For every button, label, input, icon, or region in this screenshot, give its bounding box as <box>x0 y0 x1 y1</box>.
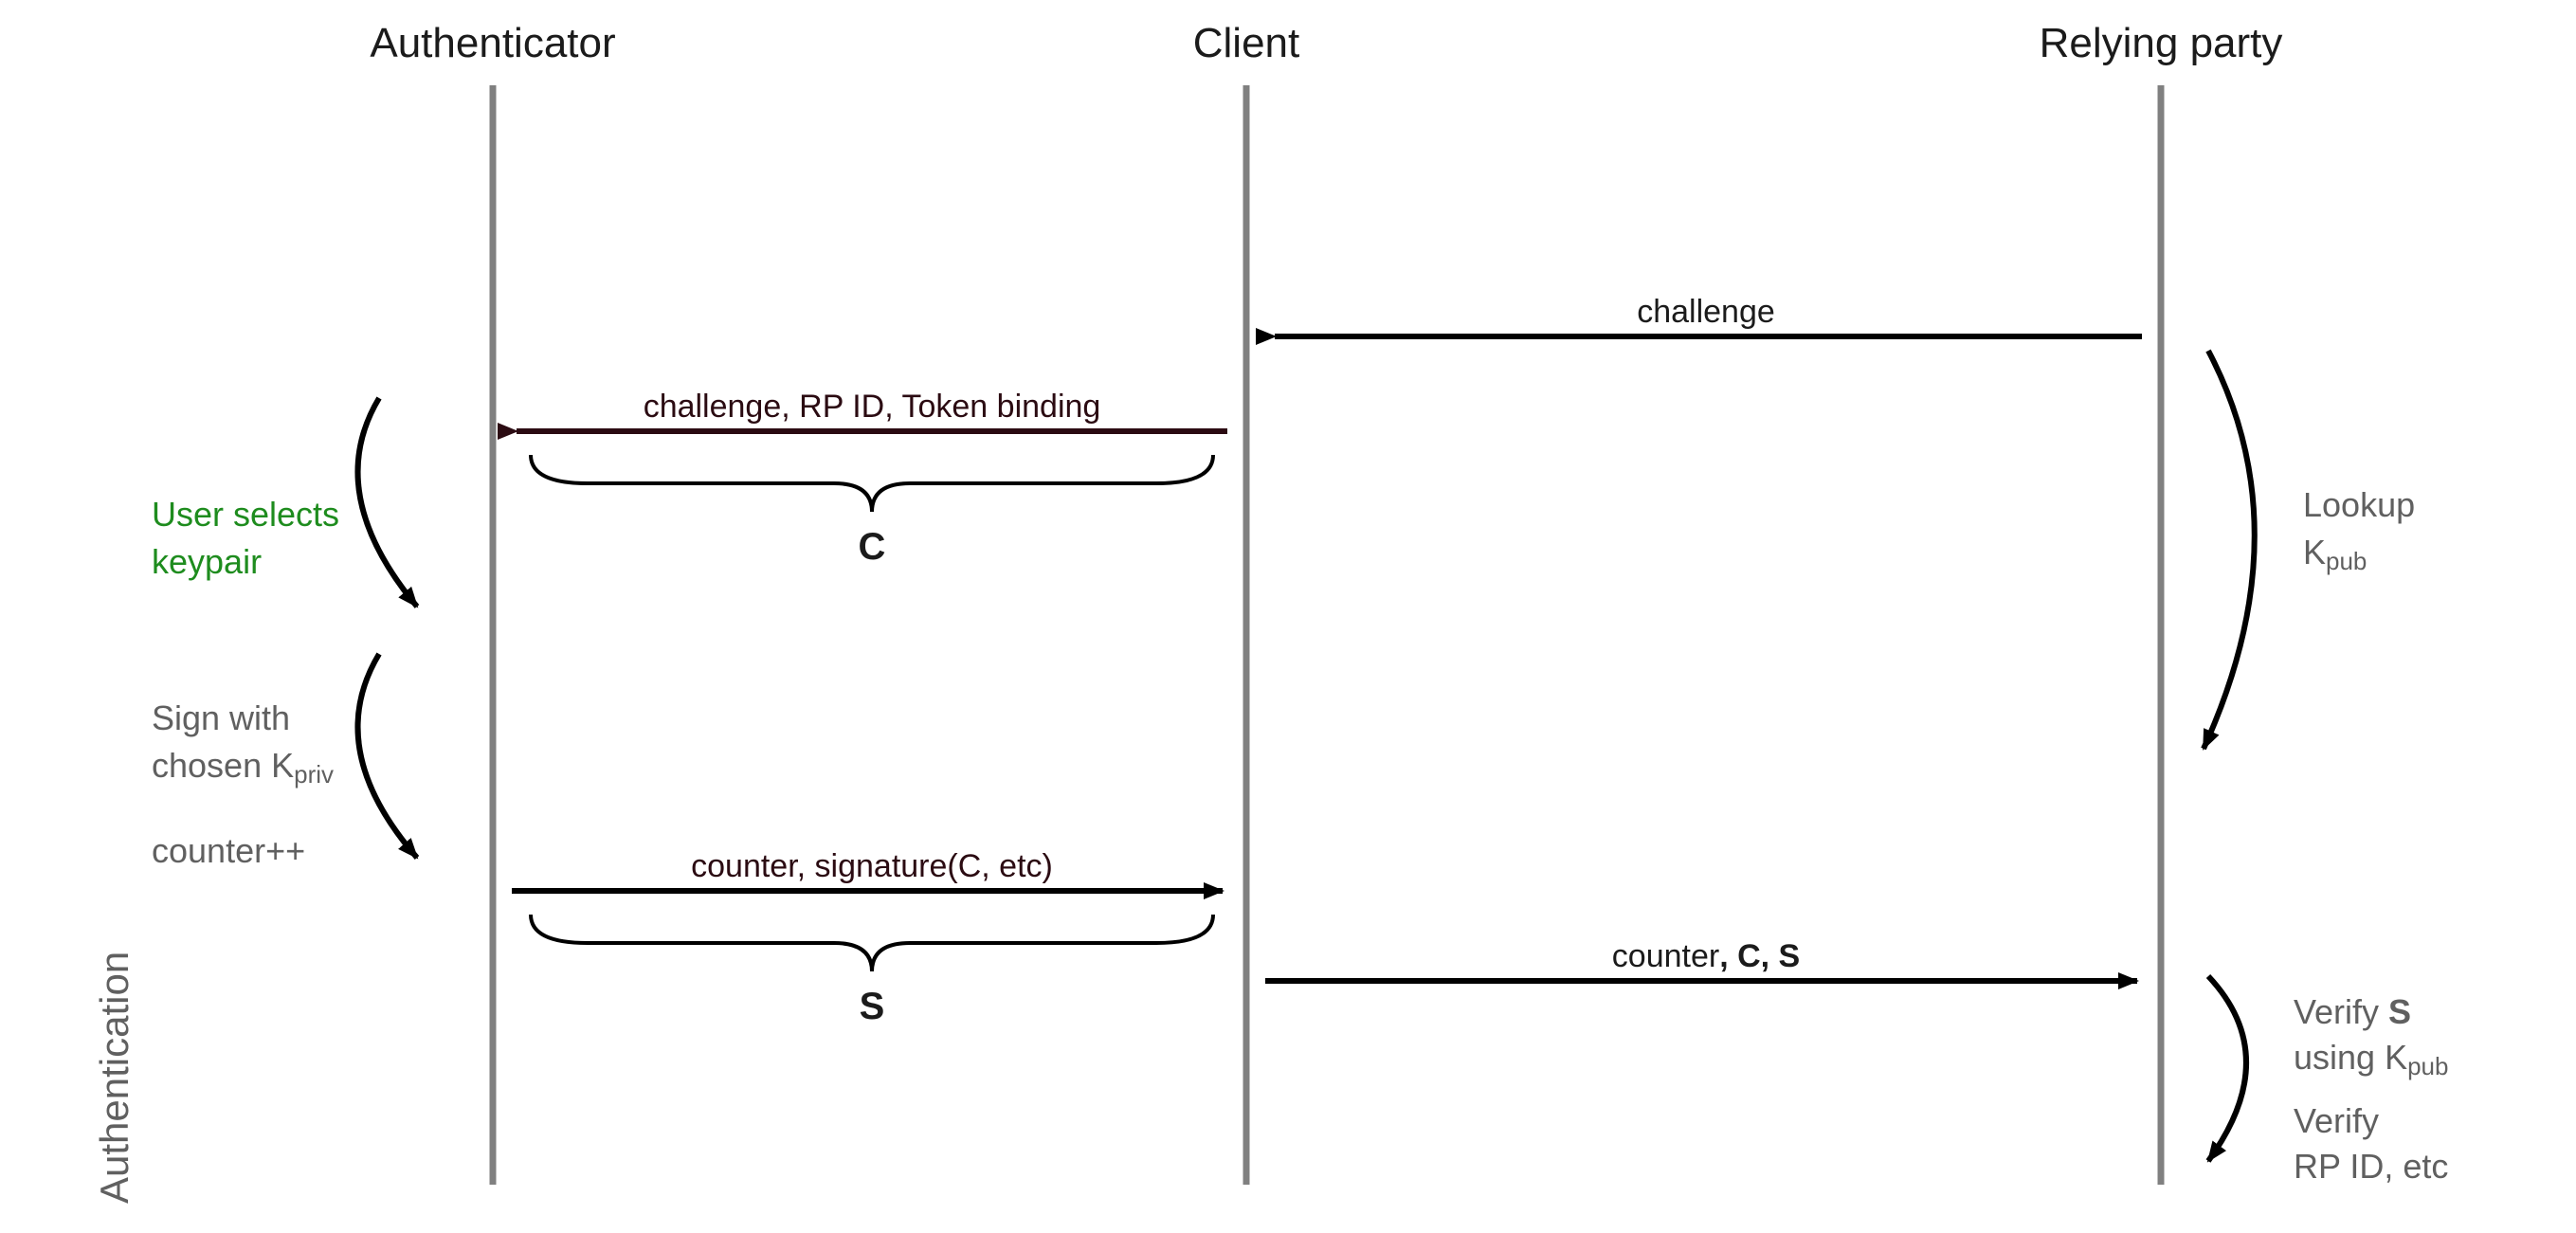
msg-auth-to-client: counter, signature(C, etc) <box>691 848 1053 884</box>
curve-user-selects <box>358 398 418 607</box>
curve-verify <box>2208 976 2246 1161</box>
note-verify-2: using Kpub <box>2294 1038 2448 1080</box>
note-user-selects-1: User selects <box>152 495 339 534</box>
curve-lookup <box>2204 351 2255 749</box>
header-relying-party: Relying party <box>2040 20 2283 66</box>
sequence-diagram: Authenticator Client Relying party Authe… <box>0 0 2576 1233</box>
header-authenticator: Authenticator <box>370 20 615 66</box>
note-sign-2: chosen Kpriv <box>152 746 334 789</box>
brace-s <box>531 915 1213 971</box>
brace-label-c: C <box>859 526 886 568</box>
note-verify-4: RP ID, etc <box>2294 1147 2448 1186</box>
note-verify-1: Verify S <box>2294 992 2411 1031</box>
curve-sign <box>358 654 418 858</box>
msg-client-to-rp: counter, C, S <box>1612 938 1800 974</box>
note-sign-1: Sign with <box>152 698 290 737</box>
note-user-selects-2: keypair <box>152 542 262 581</box>
msg-challenge: challenge <box>1637 294 1775 330</box>
note-verify-3: Verify <box>2294 1101 2379 1140</box>
brace-c <box>531 455 1213 512</box>
phase-label-authentication: Authentication <box>92 952 136 1204</box>
note-lookup-1: Lookup <box>2303 485 2415 524</box>
brace-label-s: S <box>860 986 885 1027</box>
msg-client-to-auth: challenge, RP ID, Token binding <box>644 389 1101 425</box>
header-client: Client <box>1193 20 1300 66</box>
note-lookup-2: Kpub <box>2303 533 2367 575</box>
note-counter: counter++ <box>152 831 305 870</box>
